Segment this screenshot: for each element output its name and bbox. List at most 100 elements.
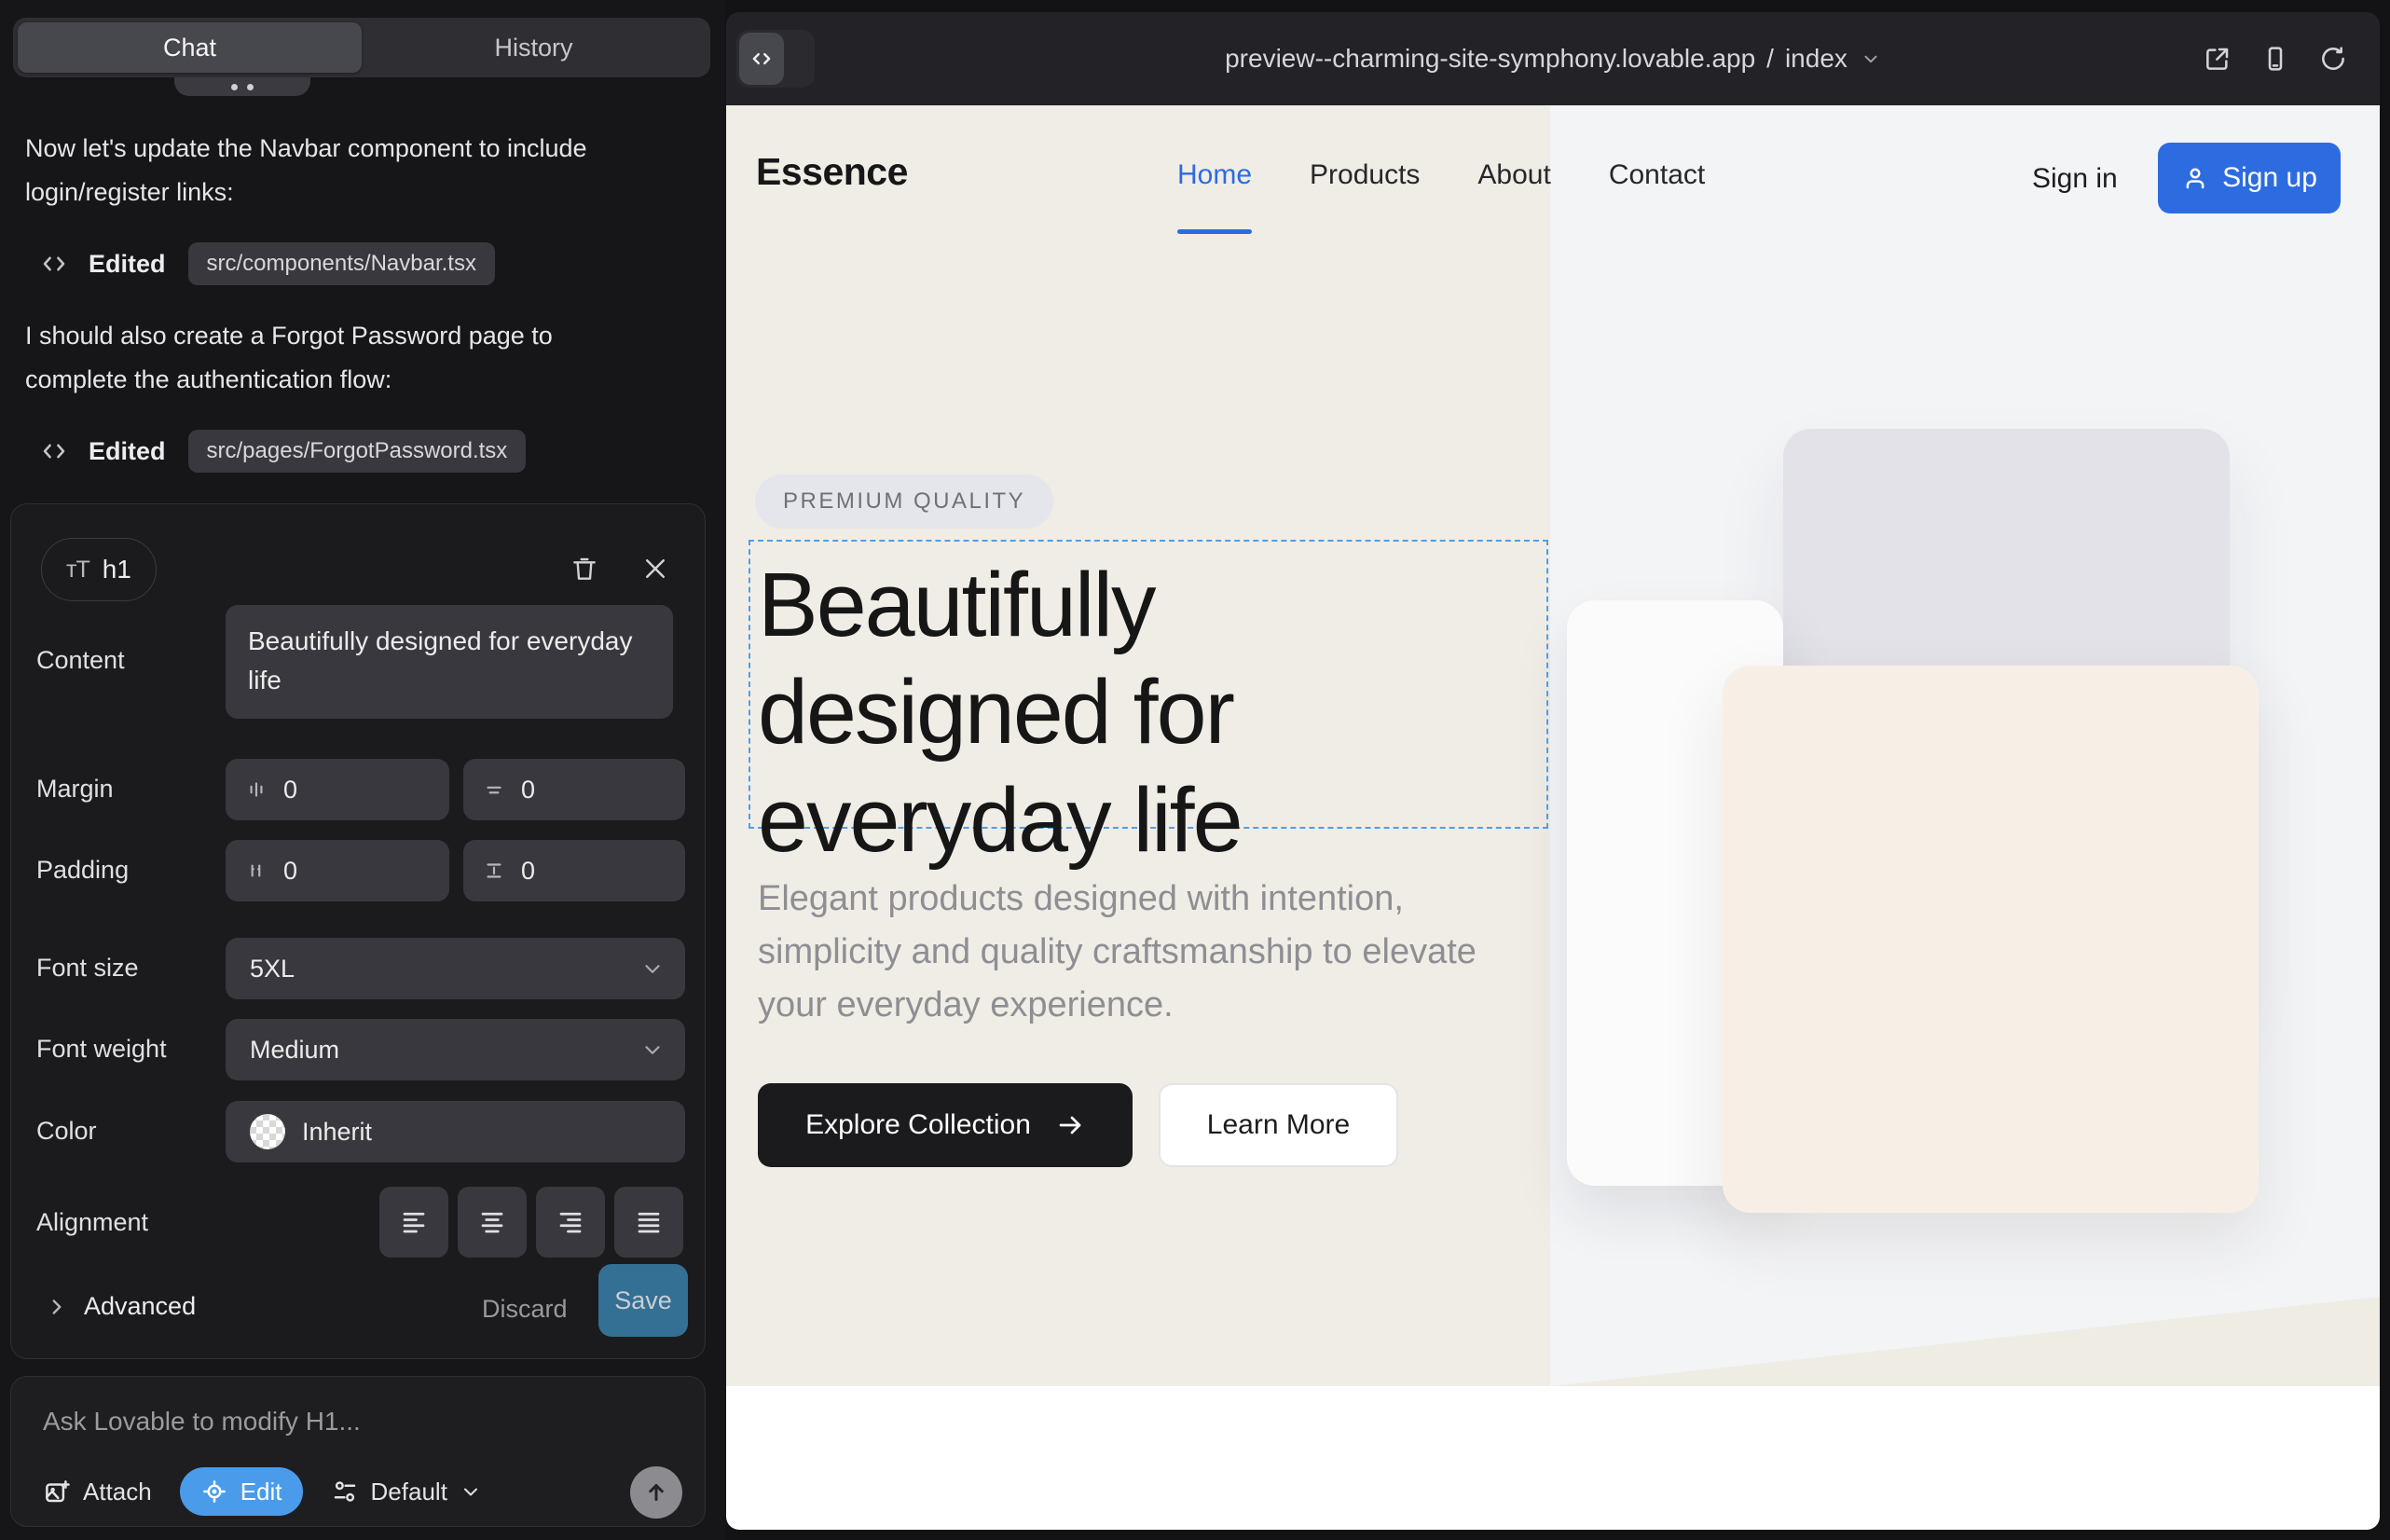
chevron-down-icon <box>1861 48 1881 69</box>
mobile-preview-icon[interactable] <box>2260 44 2290 74</box>
align-right-icon <box>556 1208 584 1236</box>
nav-link-contact[interactable]: Contact <box>1609 159 1705 191</box>
site-nav: Home Products About Contact <box>1177 159 1705 191</box>
learn-more-button[interactable]: Learn More <box>1159 1083 1398 1167</box>
align-center-button[interactable] <box>458 1187 527 1258</box>
close-icon <box>641 555 669 583</box>
refresh-icon[interactable] <box>2318 44 2348 74</box>
cta-secondary-label: Learn More <box>1207 1109 1350 1141</box>
decorative-card-cream <box>1723 666 2259 1213</box>
element-editor-panel: ᴛT h1 Content Beautifully designed for e… <box>10 503 706 1359</box>
file-edit-row: Edited src/components/Navbar.tsx <box>40 241 495 287</box>
align-left-icon <box>400 1208 428 1236</box>
padding-x-value[interactable] <box>283 857 367 886</box>
browser-toolbar: preview--charming-site-symphony.lovable.… <box>726 12 2380 105</box>
align-left-button[interactable] <box>379 1187 448 1258</box>
color-select[interactable]: Inherit <box>226 1101 685 1162</box>
chevron-down-icon <box>640 956 665 981</box>
premium-badge: PREMIUM QUALITY <box>755 474 1053 529</box>
code-icon <box>40 250 68 278</box>
composer-input[interactable] <box>43 1401 658 1442</box>
content-label: Content <box>36 646 125 675</box>
url-bar[interactable]: preview--charming-site-symphony.lovable.… <box>726 12 2380 105</box>
send-arrow-icon <box>642 1478 670 1506</box>
tab-history-label: History <box>494 34 572 62</box>
selected-element-tag: ᴛT h1 <box>41 538 157 601</box>
file-chip[interactable]: src/pages/ForgotPassword.tsx <box>188 430 527 473</box>
assistant-message: I should also create a Forgot Password p… <box>25 314 612 402</box>
padding-y-input[interactable] <box>463 840 685 901</box>
sign-in-link[interactable]: Sign in <box>2032 163 2118 195</box>
margin-label: Margin <box>36 775 114 804</box>
padding-label: Padding <box>36 856 129 885</box>
preview-viewport: Essence Home Products About Contact Sign… <box>726 105 2380 1530</box>
arrow-right-icon <box>1055 1110 1085 1140</box>
advanced-label: Advanced <box>84 1292 196 1321</box>
site-logo[interactable]: Essence <box>756 150 908 194</box>
attach-button[interactable]: Attach <box>43 1478 152 1506</box>
edited-label: Edited <box>89 437 166 466</box>
align-right-button[interactable] <box>536 1187 605 1258</box>
nav-link-about[interactable]: About <box>1477 159 1550 191</box>
hero-section: Essence Home Products About Contact Sign… <box>726 105 2380 1386</box>
attach-image-icon <box>43 1478 71 1506</box>
mode-label: Default <box>371 1478 447 1506</box>
tab-chat[interactable]: Chat <box>18 22 362 73</box>
sign-up-label: Sign up <box>2222 162 2317 194</box>
attach-label: Attach <box>83 1478 152 1506</box>
hero-heading[interactable]: Beautifully designed for everyday life <box>758 551 1513 873</box>
route-name: index <box>1785 44 1847 74</box>
tab-history[interactable]: History <box>362 22 706 73</box>
font-weight-label: Font weight <box>36 1035 167 1064</box>
color-value: Inherit <box>302 1118 372 1147</box>
content-textarea[interactable]: Beautifully designed for everyday life <box>226 605 673 719</box>
close-editor-button[interactable] <box>634 547 677 590</box>
chevron-down-icon <box>460 1480 482 1503</box>
file-chip[interactable]: src/components/Navbar.tsx <box>188 242 495 285</box>
edit-mode-pill[interactable]: Edit <box>180 1467 303 1516</box>
save-button[interactable]: Save <box>598 1264 688 1337</box>
alignment-options <box>379 1187 683 1258</box>
mode-selector[interactable]: Default <box>331 1478 482 1506</box>
edit-label: Edit <box>240 1478 282 1506</box>
chevron-right-icon <box>45 1295 69 1319</box>
align-justify-icon <box>635 1208 663 1236</box>
chevron-down-icon <box>640 1038 665 1062</box>
padding-y-value[interactable] <box>521 857 605 886</box>
trash-icon <box>570 554 599 584</box>
margin-x-value[interactable] <box>283 776 367 804</box>
font-size-select[interactable]: 5XL <box>226 938 685 999</box>
app-window: Chat History Now let's update the Navbar… <box>0 0 2390 1540</box>
padding-x-input[interactable] <box>226 840 449 901</box>
margin-y-input[interactable] <box>463 759 685 820</box>
tab-chat-label: Chat <box>163 34 216 62</box>
advanced-toggle[interactable]: Advanced <box>45 1292 196 1321</box>
margin-x-input[interactable] <box>226 759 449 820</box>
assistant-message: Now let's update the Navbar component to… <box>25 127 612 214</box>
margin-y-value[interactable] <box>521 776 605 804</box>
send-button[interactable] <box>630 1466 682 1519</box>
chat-sidebar: Chat History Now let's update the Navbar… <box>0 0 725 1540</box>
file-edit-row: Edited src/pages/ForgotPassword.tsx <box>40 428 526 474</box>
composer-toolbar: Attach Edit Default <box>43 1466 482 1517</box>
preview-url: preview--charming-site-symphony.lovable.… <box>1225 44 1755 74</box>
open-external-icon[interactable] <box>2203 44 2232 74</box>
alignment-label: Alignment <box>36 1208 148 1237</box>
font-weight-select[interactable]: Medium <box>226 1019 685 1080</box>
typography-icon: ᴛT <box>66 557 89 584</box>
explore-collection-button[interactable]: Explore Collection <box>758 1083 1133 1167</box>
nav-link-products[interactable]: Products <box>1310 159 1420 191</box>
font-weight-value: Medium <box>250 1036 339 1065</box>
align-center-icon <box>478 1208 506 1236</box>
delete-element-button[interactable] <box>563 547 606 590</box>
padding-vertical-icon <box>482 859 506 883</box>
code-icon <box>40 437 68 465</box>
padding-horizontal-icon <box>244 859 268 883</box>
discard-button[interactable]: Discard <box>482 1295 568 1324</box>
cta-primary-label: Explore Collection <box>805 1109 1031 1141</box>
user-icon <box>2181 164 2209 192</box>
font-size-label: Font size <box>36 954 139 983</box>
align-justify-button[interactable] <box>614 1187 683 1258</box>
nav-link-home[interactable]: Home <box>1177 159 1252 191</box>
sign-up-button[interactable]: Sign up <box>2158 143 2341 213</box>
